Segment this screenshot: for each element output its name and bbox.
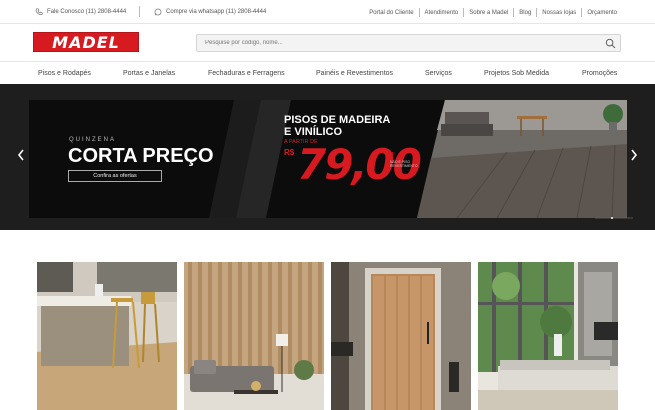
link-lojas[interactable]: Nossas lojas [537,10,581,16]
nav-fechaduras[interactable]: Fechaduras e Ferragens [208,70,285,77]
banner-product-line1: PISOS DE MADEIRA [284,114,391,126]
search-input[interactable] [197,35,597,51]
nav-pisos[interactable]: Pisos e Rodapés [38,70,91,77]
nav-portas[interactable]: Portas e Janelas [123,70,175,77]
link-orcamento[interactable]: Orçamento [582,10,622,16]
main-nav: Pisos e Rodapés Portas e Janelas Fechadu… [0,61,655,84]
link-blog[interactable]: Blog [514,10,536,16]
banner-unit: M² [389,152,395,158]
category-tile-kitchen[interactable] [37,262,177,410]
nav-promocoes[interactable]: Promoções [582,70,617,77]
top-bar: Fale Conosco (11) 2808-4444 Compre via w… [0,0,655,24]
banner-headline: CORTA PREÇO [68,145,214,167]
topbar-links: Portal do Cliente Atendimento Sobre a Ma… [364,8,622,17]
phone-icon [35,8,43,15]
banner-currency: R$ [284,148,295,157]
whatsapp-link[interactable]: Compre via whatsapp (11) 2808-4444 [154,8,266,16]
logo-text: MADEL [52,32,120,52]
banner-cta-button[interactable]: Confira as ofertas [68,170,162,182]
banner-slide: QUINZENA CORTA PREÇO Confira as ofertas … [29,100,627,218]
search-icon[interactable] [605,38,616,49]
madel-logo[interactable]: MADEL [33,32,139,52]
topbar-divider [139,6,140,17]
banner-floor-photo [417,100,627,218]
chevron-left-icon[interactable] [16,148,26,162]
link-sobre[interactable]: Sobre a Madel [464,10,513,16]
contact-link[interactable]: Fale Conosco (11) 2808-4444 [35,8,126,16]
banner-kicker: QUINZENA [69,137,117,143]
category-tile-panels[interactable] [184,262,324,410]
whatsapp-text: Compre via whatsapp (11) 2808-4444 [166,9,267,15]
chevron-right-icon[interactable] [629,148,639,162]
banner-product-line2: E VINÍLICO [284,126,343,138]
contact-text: Fale Conosco (11) 2808-4444 [47,9,127,15]
whatsapp-icon [154,8,162,16]
category-tile-doors[interactable] [331,262,471,410]
category-tile-windows[interactable] [478,262,618,410]
slider-indicator[interactable] [595,217,633,219]
banner-product-title: PISOS DE MADEIRA E VINÍLICO [284,114,390,138]
link-portal-cliente[interactable]: Portal do Cliente [364,10,418,16]
nav-paineis[interactable]: Painéis e Revestimentos [316,70,393,77]
nav-projetos[interactable]: Projetos Sob Medida [484,70,549,77]
nav-servicos[interactable]: Serviços [425,70,452,77]
hero-banner[interactable]: QUINZENA CORTA PREÇO Confira as ofertas … [0,84,655,230]
search-box [196,34,621,52]
link-atendimento[interactable]: Atendimento [420,10,464,16]
